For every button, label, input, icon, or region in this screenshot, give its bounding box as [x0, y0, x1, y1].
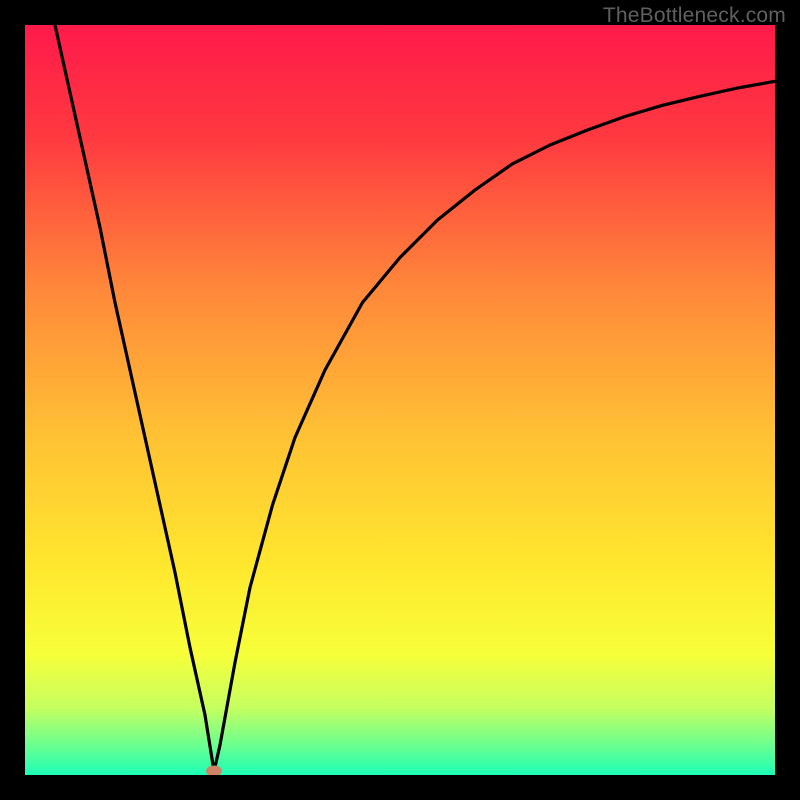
watermark-label: TheBottleneck.com [603, 4, 786, 28]
chart-frame: TheBottleneck.com [0, 0, 800, 800]
optimum-marker [206, 766, 222, 775]
plot-area [25, 25, 775, 775]
bottleneck-curve [25, 25, 775, 775]
